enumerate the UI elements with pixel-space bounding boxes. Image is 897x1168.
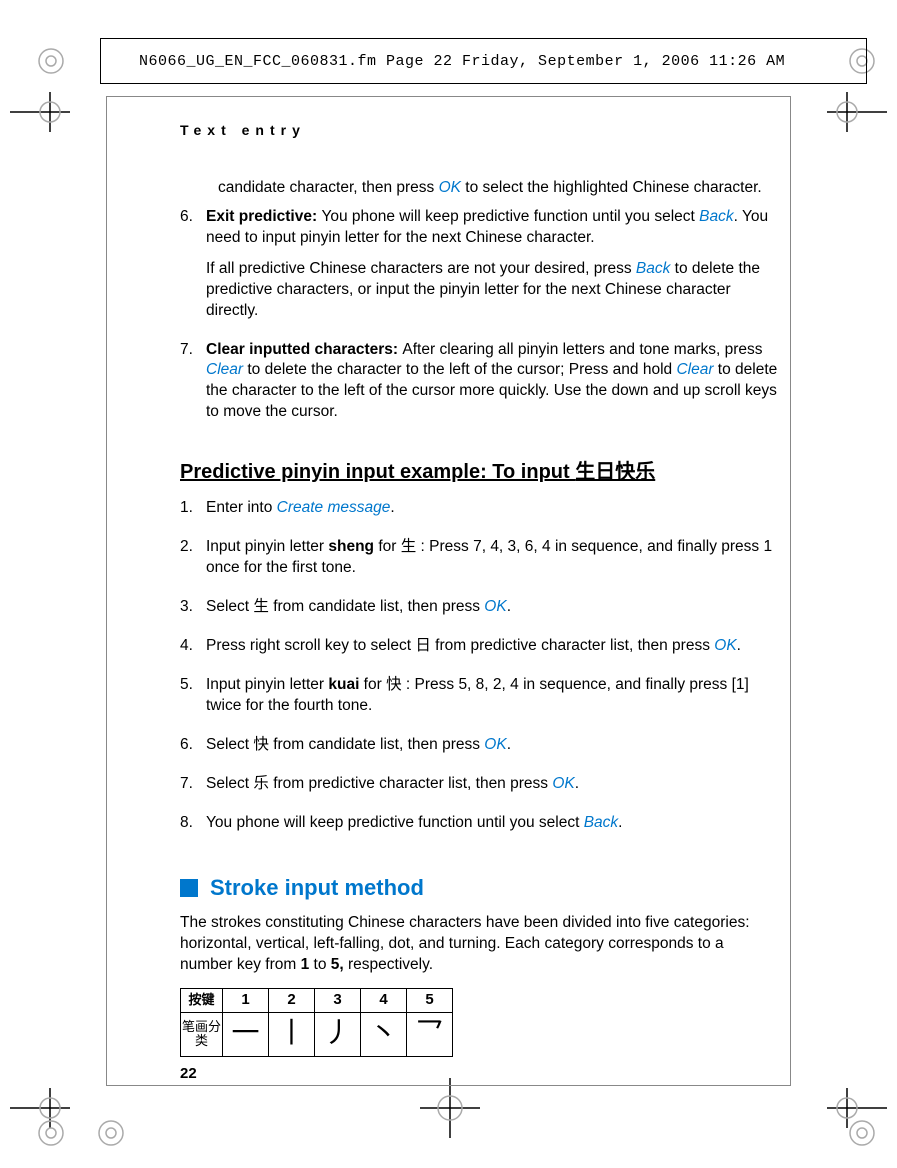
ok-link: OK [552, 775, 574, 792]
crop-mark-left [10, 92, 90, 132]
crop-mark-bottom-center [420, 1078, 480, 1138]
example-step-2: 2. Input pinyin letter sheng for 生 : Pre… [180, 537, 780, 589]
donut-icon [96, 1118, 126, 1148]
example-step-4: 4. Press right scroll key to select 日 fr… [180, 636, 780, 667]
section-square-icon [180, 879, 198, 897]
donut-icon [36, 46, 66, 76]
stroke-table: 按键 1 2 3 4 5 笔画分类 一 丨 丿 丶 乛 [180, 988, 453, 1057]
page-number: 22 [180, 1065, 197, 1082]
ok-link: OK [439, 179, 461, 196]
stroke-intro-paragraph: The strokes constituting Chinese charact… [180, 913, 780, 976]
running-head: Text entry [180, 122, 780, 138]
table-header-key: 按键 [181, 988, 223, 1012]
back-link: Back [699, 208, 733, 225]
table-header-1: 1 [223, 988, 269, 1012]
stroke-cell-4: 丶 [361, 1012, 407, 1056]
create-message-link: Create message [277, 499, 391, 516]
example-step-8: 8. You phone will keep predictive functi… [180, 813, 780, 844]
table-header-3: 3 [315, 988, 361, 1012]
stroke-cell-5: 乛 [407, 1012, 453, 1056]
stroke-cell-2: 丨 [269, 1012, 315, 1056]
example-step-3: 3. Select 生 from candidate list, then pr… [180, 597, 780, 628]
ok-link: OK [484, 736, 506, 753]
list-item-6: 6. Exit predictive: You phone will keep … [180, 207, 780, 332]
donut-icon [847, 1118, 877, 1148]
stroke-cell-3: 丿 [315, 1012, 361, 1056]
example-step-1: 1. Enter into Create message. [180, 498, 780, 529]
clear-link: Clear [206, 361, 243, 378]
donut-icon [36, 1118, 66, 1148]
header-text: N6066_UG_EN_FCC_060831.fm Page 22 Friday… [139, 53, 785, 70]
continuation-paragraph: candidate character, then press OK to se… [180, 178, 780, 199]
table-header-4: 4 [361, 988, 407, 1012]
table-header-5: 5 [407, 988, 453, 1012]
example-step-5: 5. Input pinyin letter kuai for 快 : Pres… [180, 675, 780, 727]
clear-link: Clear [676, 361, 713, 378]
crop-mark-right [807, 92, 887, 132]
table-header-2: 2 [269, 988, 315, 1012]
ok-link: OK [484, 598, 506, 615]
back-link: Back [636, 260, 670, 277]
example-step-6: 6. Select 快 from candidate list, then pr… [180, 735, 780, 766]
list-item-7: 7. Clear inputted characters: After clea… [180, 340, 780, 434]
back-link: Back [584, 814, 618, 831]
section-heading-stroke: Stroke input method [180, 873, 780, 903]
stroke-cell-1: 一 [223, 1012, 269, 1056]
example-step-7: 7. Select 乐 from predictive character li… [180, 774, 780, 805]
ok-link: OK [714, 637, 736, 654]
framemaker-header: N6066_UG_EN_FCC_060831.fm Page 22 Friday… [100, 38, 867, 84]
heading-predictive-example: Predictive pinyin input example: To inpu… [180, 459, 780, 486]
page-content: Text entry candidate character, then pre… [180, 122, 780, 1057]
table-rowhead-category: 笔画分类 [181, 1012, 223, 1056]
